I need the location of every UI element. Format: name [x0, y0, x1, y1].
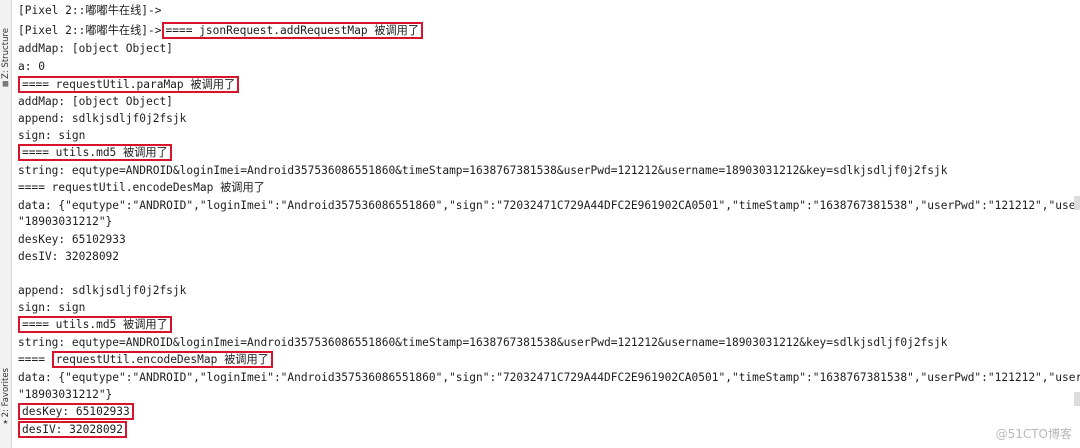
console-line: data: {"equtype":"ANDROID","loginImei":"…: [18, 199, 1080, 212]
console-line: addMap: [object Object]: [18, 95, 173, 108]
highlighted-log: desIV: 32028092: [18, 421, 128, 438]
highlighted-log: desKey: 65102933: [18, 403, 134, 420]
console-line: ==== utils.md5 被调用了: [18, 316, 172, 333]
console-line: a: 0: [18, 60, 45, 73]
console-line: ==== requestUtil.paraMap 被调用了: [18, 76, 240, 93]
console-line: append: sdlkjsdljf0j2fsjk: [18, 284, 187, 297]
tool-window-sidebar: Z: Structure ▦ 2: Favorites ★: [0, 0, 12, 448]
highlighted-log: ==== jsonRequest.addRequestMap 被调用了: [161, 22, 424, 39]
console-line: desIV: 32028092: [18, 421, 128, 438]
watermark: @51CTO博客: [995, 427, 1072, 441]
console-line: desKey: 65102933: [18, 233, 126, 246]
console-line: append: sdlkjsdljf0j2fsjk: [18, 112, 187, 125]
highlighted-log: ==== requestUtil.paraMap 被调用了: [18, 76, 240, 93]
console-line: addMap: [object Object]: [18, 42, 173, 55]
structure-tab[interactable]: Z: Structure ▦: [0, 28, 11, 89]
console-line: string: equtype=ANDROID&loginImei=Androi…: [18, 336, 948, 349]
console-line: [Pixel 2::嘟嘟牛在线]-> ==== jsonRequest.addRe…: [18, 22, 424, 39]
console-line: [Pixel 2::嘟嘟牛在线]->: [18, 4, 162, 17]
horizontal-scroll-indicator[interactable]: [1074, 196, 1080, 210]
highlighted-log: requestUtil.encodeDesMap 被调用了: [51, 351, 273, 368]
console-prefix: ====: [18, 353, 52, 366]
horizontal-scroll-indicator[interactable]: [1074, 392, 1080, 406]
console-line: ==== utils.md5 被调用了: [18, 144, 172, 161]
console-line: ==== requestUtil.encodeDesMap 被调用了: [18, 181, 265, 194]
star-icon: ★: [2, 417, 9, 428]
console-line: sign: sign: [18, 129, 86, 142]
console-line: "18903031212"}: [18, 388, 113, 401]
favorites-tab[interactable]: 2: Favorites ★: [0, 368, 11, 427]
console-prompt: [Pixel 2::嘟嘟牛在线]->: [18, 24, 162, 37]
structure-icon: ▦: [2, 78, 9, 89]
console-line: string: equtype=ANDROID&loginImei=Androi…: [18, 164, 948, 177]
console-line: "18903031212"}: [18, 215, 113, 228]
console-line: data: {"equtype":"ANDROID","loginImei":"…: [18, 371, 1080, 384]
favorites-tab-label: 2: Favorites: [0, 368, 11, 418]
console-line: desKey: 65102933: [18, 403, 134, 420]
highlighted-log: ==== utils.md5 被调用了: [18, 144, 172, 161]
structure-tab-label: Z: Structure: [0, 28, 11, 79]
console-line: ==== requestUtil.encodeDesMap 被调用了: [18, 351, 273, 368]
console-line: sign: sign: [18, 301, 86, 314]
console-output[interactable]: [Pixel 2::嘟嘟牛在线]-> [Pixel 2::嘟嘟牛在线]-> ===…: [14, 2, 1080, 448]
highlighted-log: ==== utils.md5 被调用了: [18, 316, 172, 333]
console-line: desIV: 32028092: [18, 250, 120, 263]
